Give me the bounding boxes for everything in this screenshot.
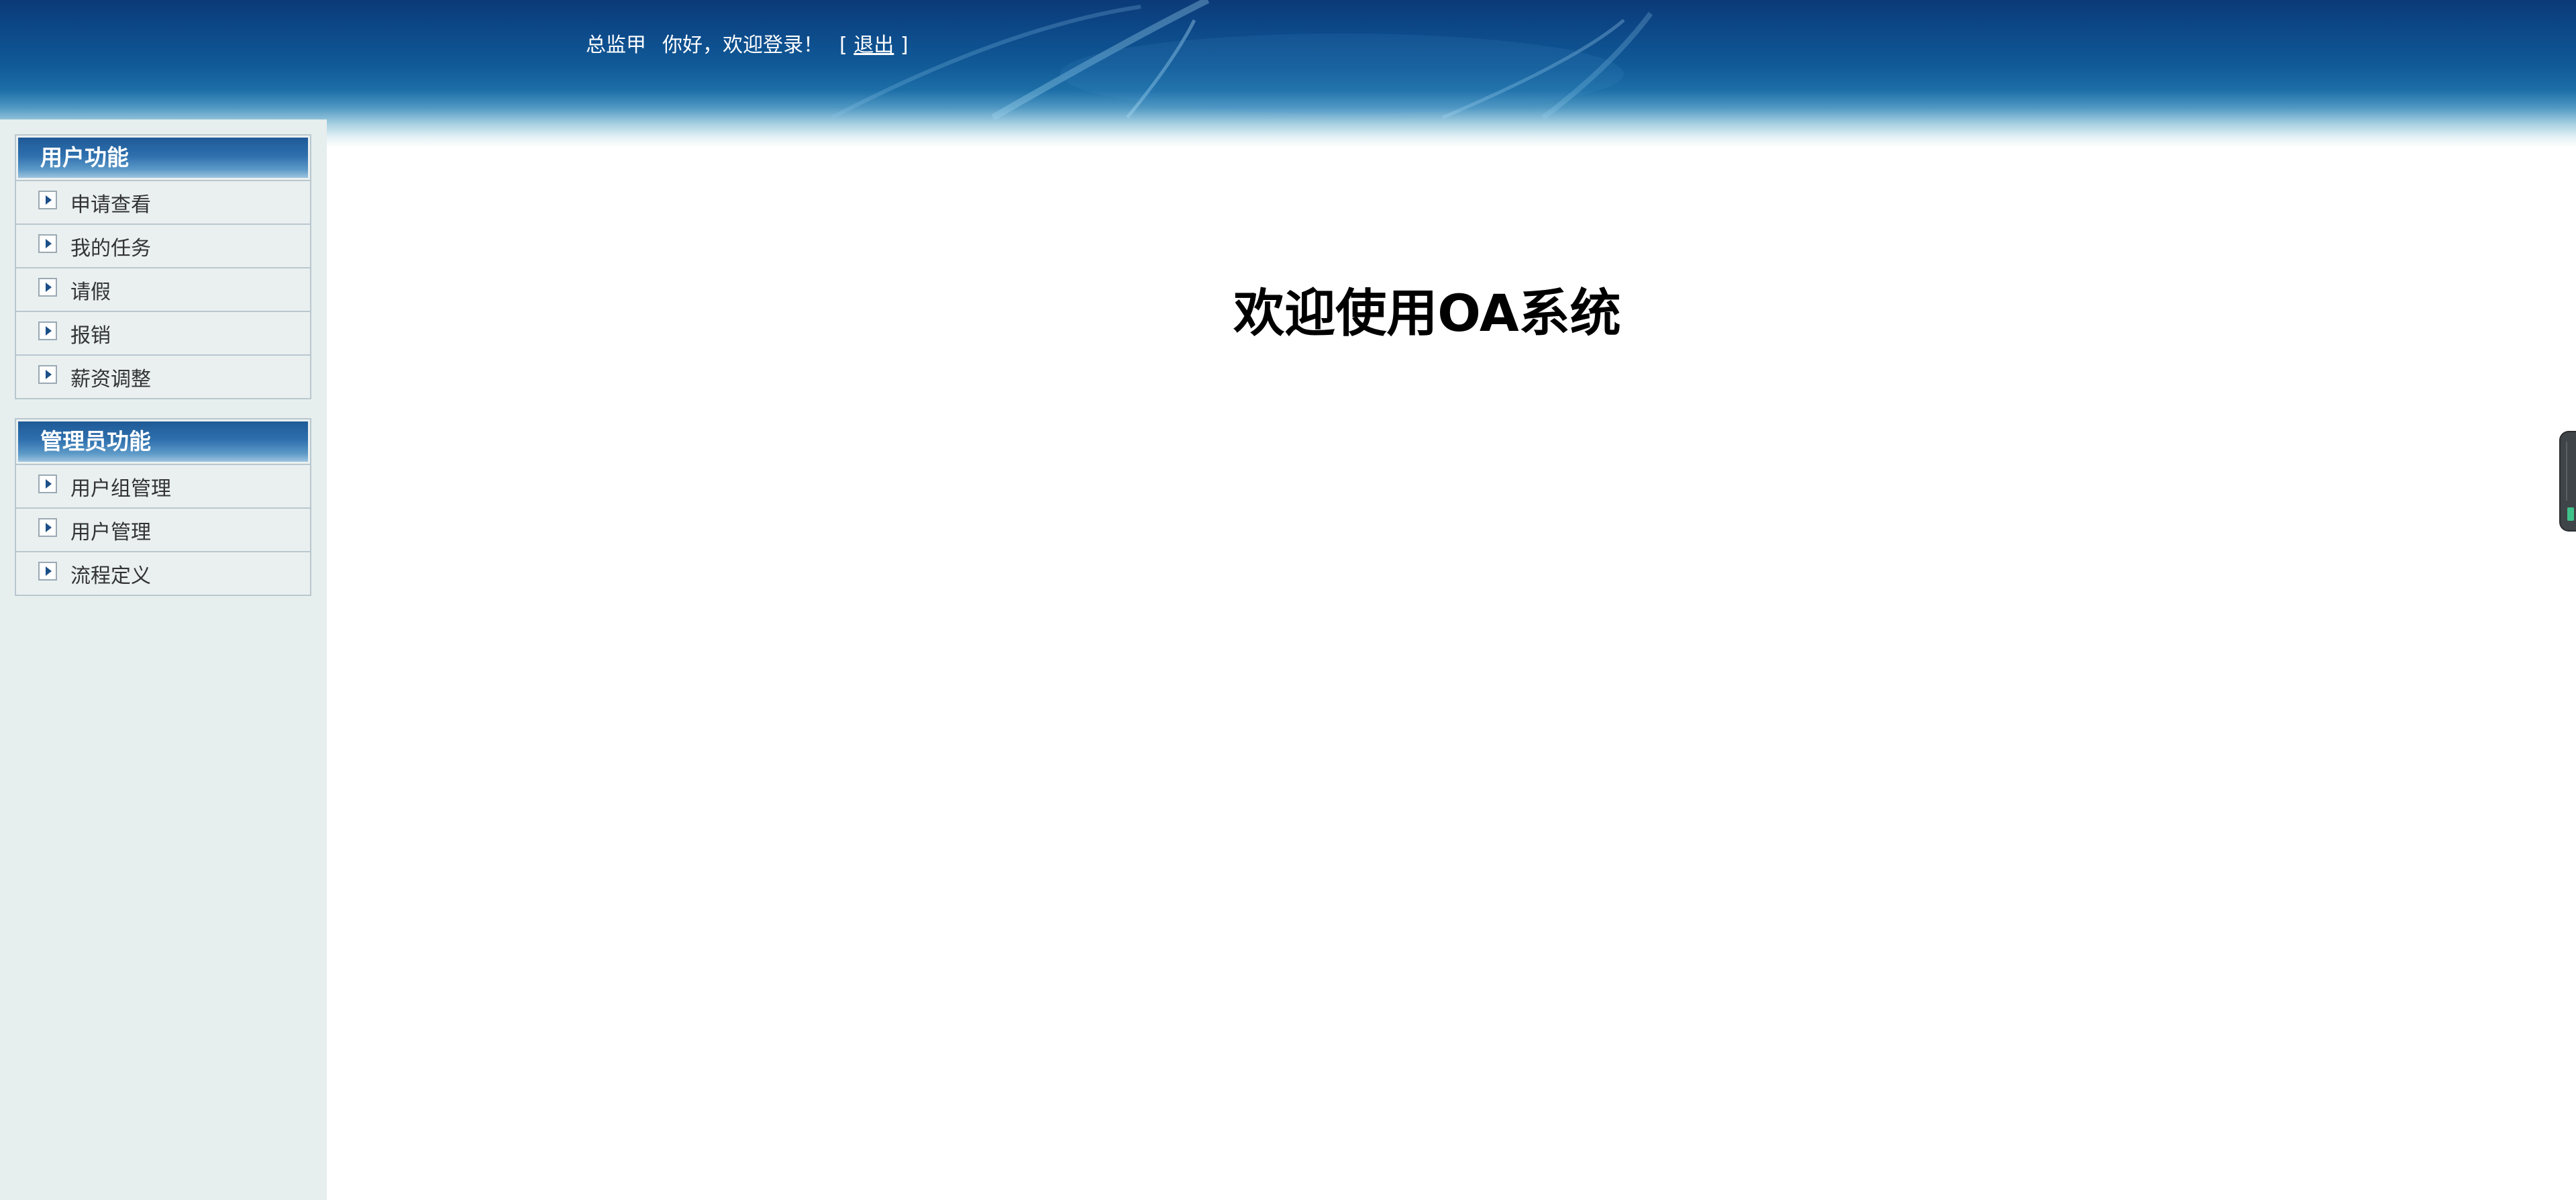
arrow-right-box-icon (38, 517, 57, 537)
side-panel-handle-icon[interactable] (2559, 431, 2576, 532)
menu-group-user-functions: 用户功能 申请查看 我的任务 请假 报销 薪资调整 (15, 134, 311, 399)
page-title: 欢迎使用OA系统 (1233, 283, 1621, 343)
sidebar-item-application-view[interactable]: 申请查看 (16, 180, 310, 223)
sidebar-item-leave-request[interactable]: 请假 (16, 267, 310, 311)
arrow-right-box-icon (38, 277, 57, 297)
sidebar-item-label: 申请查看 (70, 193, 151, 217)
top-banner: 总监甲 你好，欢迎登录！ [ 退出 ] (0, 0, 2576, 148)
logout-link[interactable]: 退出 (854, 34, 894, 57)
menu-group-title: 用户功能 (18, 138, 308, 178)
sidebar-item-label: 用户管理 (70, 520, 151, 544)
sidebar-item-user-management[interactable]: 用户管理 (16, 507, 310, 551)
arrow-right-box-icon (38, 190, 57, 209)
sidebar-item-label: 报销 (70, 323, 111, 348)
sidebar-item-label: 请假 (70, 280, 111, 304)
sidebar-item-label: 薪资调整 (70, 367, 151, 391)
banner-light-streaks (831, 0, 1653, 121)
sidebar-item-user-group-management[interactable]: 用户组管理 (16, 464, 310, 507)
menu-group-title: 管理员功能 (18, 421, 308, 462)
arrow-right-box-icon (38, 321, 57, 340)
sidebar-item-label: 流程定义 (70, 564, 151, 588)
sidebar-item-process-definition[interactable]: 流程定义 (16, 551, 310, 595)
sidebar-menu: 用户功能 申请查看 我的任务 请假 报销 薪资调整 管理员功能 用户组管理 用户… (0, 119, 327, 1200)
sidebar-item-salary-adjustment[interactable]: 薪资调整 (16, 354, 310, 398)
status-indicator (2567, 507, 2574, 521)
user-name: 总监甲 (586, 34, 646, 57)
handle-grip (2566, 442, 2574, 501)
user-info: 总监甲 你好，欢迎登录！ [ 退出 ] (586, 32, 909, 59)
sidebar-item-reimbursement[interactable]: 报销 (16, 311, 310, 354)
sidebar-item-my-tasks[interactable]: 我的任务 (16, 223, 310, 267)
arrow-right-box-icon (38, 234, 57, 253)
arrow-right-box-icon (38, 364, 57, 384)
bracket-close: ] (900, 34, 909, 57)
sidebar-item-label: 我的任务 (70, 236, 151, 260)
menu-group-admin-functions: 管理员功能 用户组管理 用户管理 流程定义 (15, 418, 311, 596)
arrow-right-box-icon (38, 474, 57, 493)
sidebar-item-label: 用户组管理 (70, 477, 171, 501)
bracket-open: [ (839, 34, 847, 57)
greeting-text: 你好，欢迎登录！ (662, 34, 823, 57)
arrow-right-box-icon (38, 561, 57, 581)
